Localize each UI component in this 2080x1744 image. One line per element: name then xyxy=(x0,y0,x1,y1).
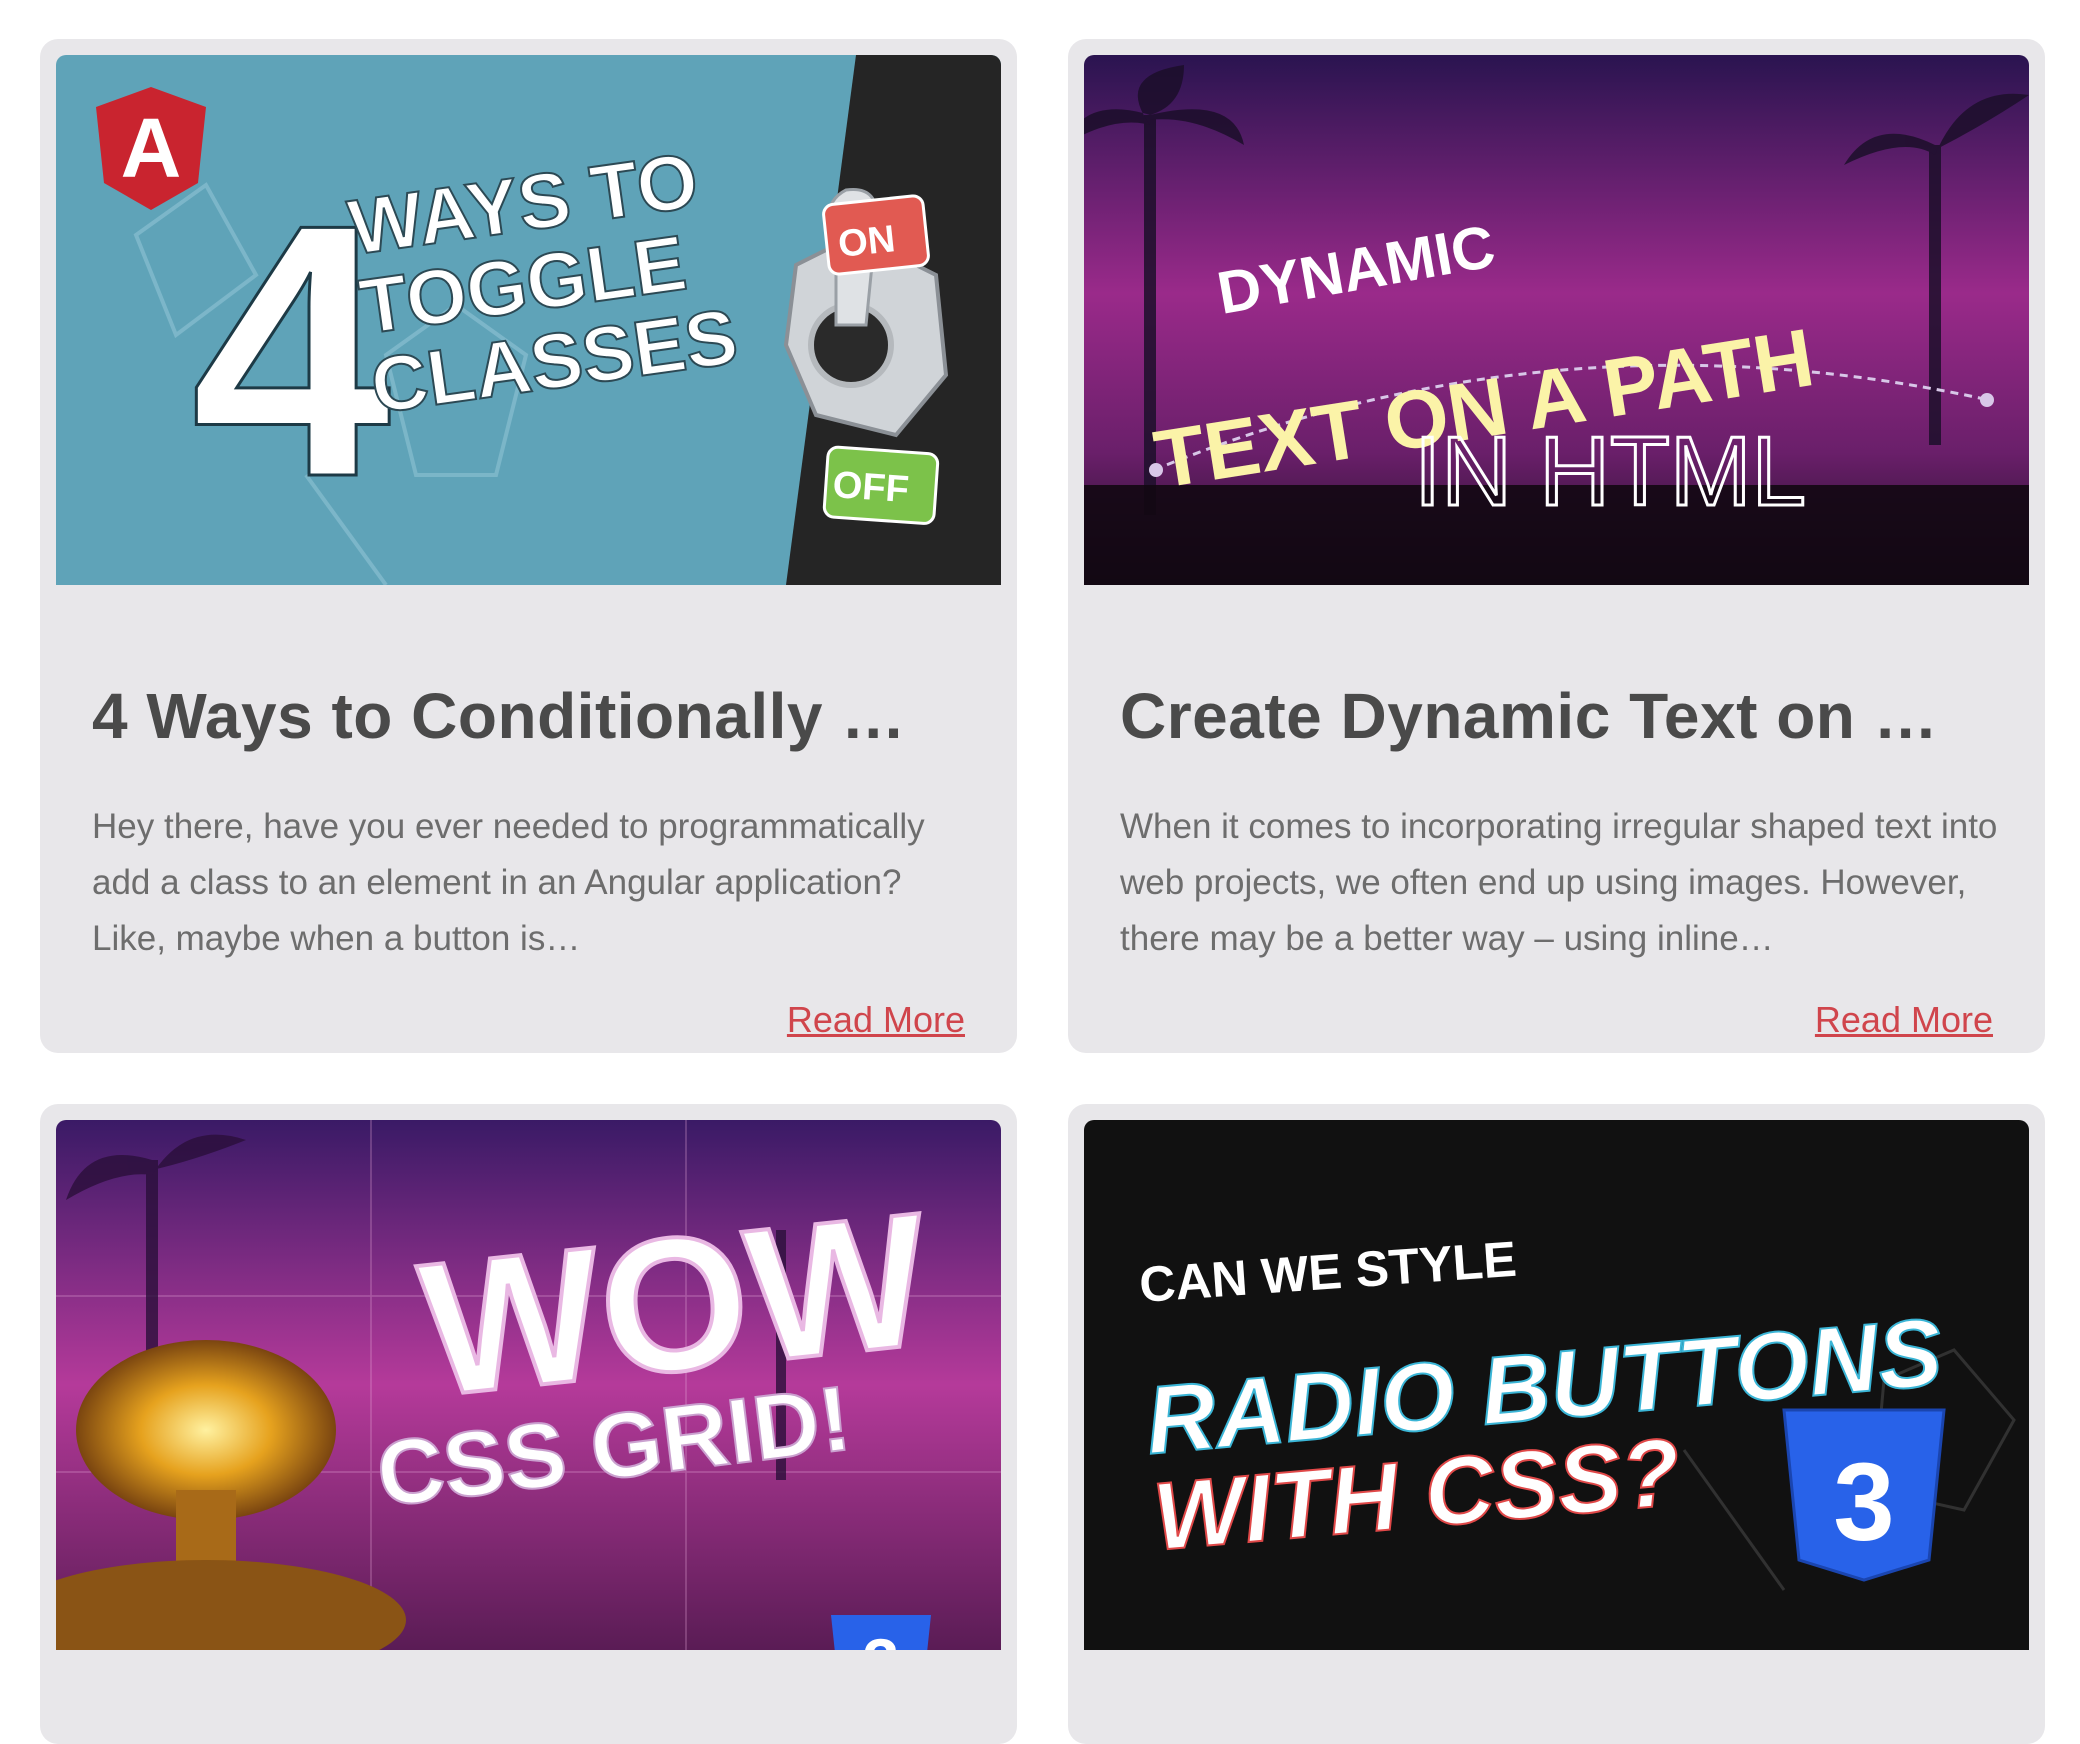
thumbnail-angular-toggle-classes: A 4 WAYS TO TOGGLE CLASSES ON OFF xyxy=(56,55,1001,585)
thumbnail-dynamic-text-path: DYNAMIC TEXT ON A PATH IN HTML xyxy=(1084,55,2029,585)
css3-badge-label: 3 xyxy=(1833,1441,1894,1564)
blog-card: A 4 WAYS TO TOGGLE CLASSES ON OFF 4 Ways… xyxy=(40,39,1017,1053)
thumb-line-3: IN HTML xyxy=(1414,416,1806,526)
card-thumbnail[interactable]: A 4 WAYS TO TOGGLE CLASSES ON OFF xyxy=(56,55,1001,585)
card-title[interactable]: Create Dynamic Text on … xyxy=(1120,679,2000,753)
thumbnail-wow-css-grid: WOW CSS GRID! 3 xyxy=(56,1120,1001,1650)
thumbnail-radio-buttons-css: CAN WE STYLE RADIO BUTTONS WITH CSS? 3 xyxy=(1084,1120,2029,1650)
blog-card: DYNAMIC TEXT ON A PATH IN HTML Create Dy… xyxy=(1068,39,2045,1053)
card-excerpt: Hey there, have you ever needed to progr… xyxy=(92,807,925,958)
blog-card: CAN WE STYLE RADIO BUTTONS WITH CSS? 3 xyxy=(1068,1104,2045,1744)
css3-logo-icon: 3 xyxy=(1782,1408,1946,1582)
card-thumbnail[interactable]: CAN WE STYLE RADIO BUTTONS WITH CSS? 3 xyxy=(1084,1120,2029,1650)
toggle-on-label: ON xyxy=(836,218,897,266)
card-title[interactable]: 4 Ways to Conditionally … xyxy=(92,679,972,753)
toggle-off-label: OFF xyxy=(831,464,910,511)
read-more-link[interactable]: Read More xyxy=(1815,999,1993,1041)
card-excerpt: When it comes to incorporating irregular… xyxy=(1120,807,1998,958)
read-more-link[interactable]: Read More xyxy=(787,999,965,1041)
blog-card-grid: A 4 WAYS TO TOGGLE CLASSES ON OFF 4 Ways… xyxy=(40,39,2045,1744)
angular-logo-letter: A xyxy=(121,101,182,195)
blog-card: WOW CSS GRID! 3 xyxy=(40,1104,1017,1744)
card-thumbnail[interactable]: WOW CSS GRID! 3 xyxy=(56,1120,1001,1650)
card-thumbnail[interactable]: DYNAMIC TEXT ON A PATH IN HTML xyxy=(1084,55,2029,585)
css3-logo-icon: 3 xyxy=(831,1615,931,1650)
css3-badge-label: 3 xyxy=(863,1625,900,1650)
